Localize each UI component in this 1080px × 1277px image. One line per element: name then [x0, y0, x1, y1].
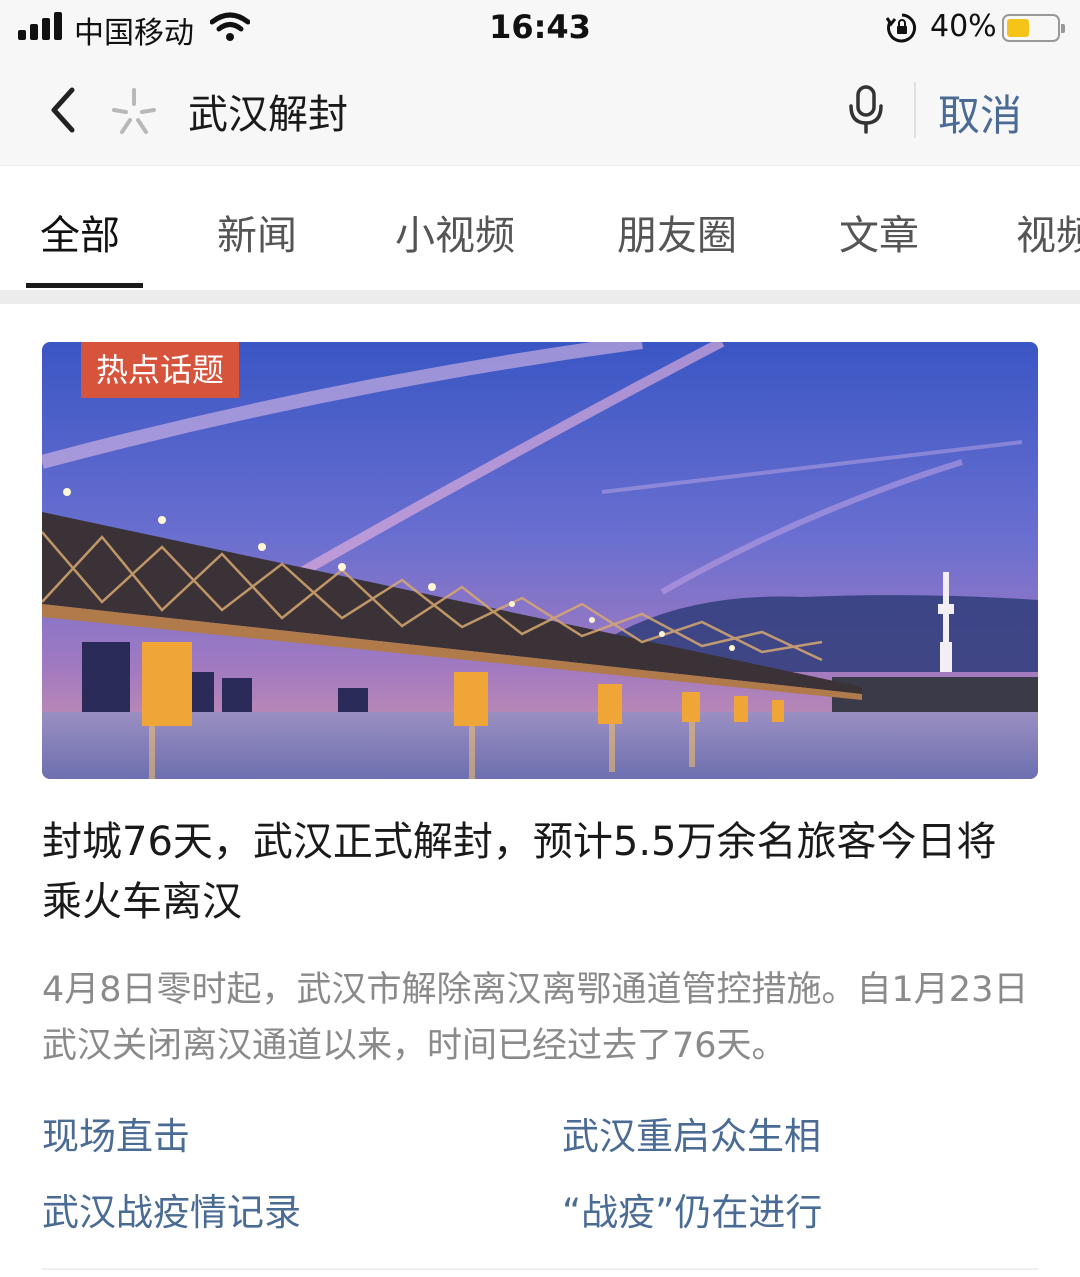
- link-epidemic-record[interactable]: 武汉战疫情记录: [42, 1182, 301, 1236]
- tab-articles[interactable]: 文章: [839, 203, 919, 261]
- cancel-button[interactable]: 取消: [938, 82, 1022, 143]
- microphone-icon[interactable]: [846, 84, 886, 134]
- card-divider: [42, 1268, 1038, 1270]
- hero-image[interactable]: [42, 342, 1038, 779]
- link-wuhan-restart[interactable]: 武汉重启众生相: [562, 1106, 821, 1160]
- header-divider: [914, 82, 916, 138]
- battery-percent: 40%: [930, 9, 997, 44]
- status-bar: 中国移动 16:43 40%: [0, 0, 1080, 56]
- article-summary: 4月8日零时起，武汉市解除离汉离鄂通道管控措施。自1月23日武汉关闭离汉通道以来…: [42, 970, 1029, 1066]
- spark-icon: [112, 88, 156, 134]
- active-tab-indicator: [26, 283, 143, 288]
- link-on-site[interactable]: 现场直击: [42, 1106, 190, 1160]
- hot-topic-badge: 热点话题: [81, 342, 239, 398]
- section-divider: [0, 290, 1080, 304]
- search-header: 武汉解封 取消: [0, 56, 1080, 166]
- battery-icon: [1002, 14, 1065, 42]
- clock: 16:43: [489, 8, 591, 46]
- tab-news[interactable]: 新闻: [217, 203, 297, 261]
- chevron-left-icon[interactable]: [40, 82, 88, 138]
- tab-video[interactable]: 视频: [1016, 203, 1080, 261]
- link-fight-continues[interactable]: “战疫”仍在进行: [562, 1182, 822, 1236]
- search-input[interactable]: 武汉解封: [188, 82, 348, 140]
- article-headline[interactable]: 封城76天，武汉正式解封，预计5.5万余名旅客今日将乘火车离汉: [42, 812, 1032, 932]
- rotation-lock-icon: [886, 13, 917, 43]
- tab-short-video[interactable]: 小视频: [395, 203, 515, 261]
- tab-all[interactable]: 全部: [40, 203, 120, 261]
- tab-bar: 全部 新闻 小视频 朋友圈 文章 视频: [0, 167, 1080, 290]
- tab-moments[interactable]: 朋友圈: [617, 203, 737, 261]
